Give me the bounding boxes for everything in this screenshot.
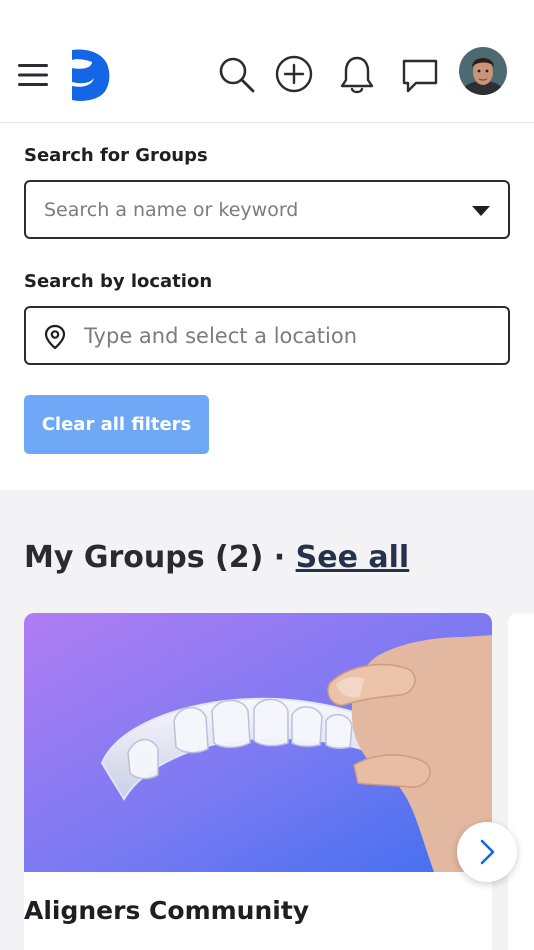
add-circle-icon [275,55,313,93]
chat-icon [402,59,438,93]
notifications-button[interactable] [334,52,380,98]
see-all-link[interactable]: See all [296,540,410,575]
chevron-right-icon [480,839,495,865]
location-field[interactable] [24,306,510,365]
avatar[interactable] [459,47,507,95]
filters-panel: Search for Groups Search by location Cle… [0,123,534,490]
caret-down-icon[interactable] [472,206,490,216]
top-bar [0,0,534,123]
group-card-next-peek[interactable] [508,613,534,950]
bell-icon [340,56,374,94]
my-groups-title: My Groups (2) [24,540,264,575]
search-icon [219,57,255,93]
location-input[interactable] [84,308,494,363]
group-search-label: Search for Groups [24,145,208,166]
carousel-next-button[interactable] [457,822,517,882]
app-logo[interactable] [66,46,114,104]
location-pin-icon [44,324,66,350]
separator-dot: · [273,540,286,575]
my-groups-heading: My Groups (2) · See all [24,540,409,575]
group-cover-image [24,613,492,872]
search-button[interactable] [214,52,260,98]
clear-filters-button[interactable]: Clear all filters [24,395,209,454]
group-search-input[interactable] [44,182,444,237]
messages-button[interactable] [397,52,443,98]
create-button[interactable] [272,52,316,96]
menu-icon[interactable] [14,56,52,94]
group-card-title[interactable]: Aligners Community [24,896,309,925]
location-label: Search by location [24,271,213,292]
group-search-dropdown[interactable] [24,180,510,239]
